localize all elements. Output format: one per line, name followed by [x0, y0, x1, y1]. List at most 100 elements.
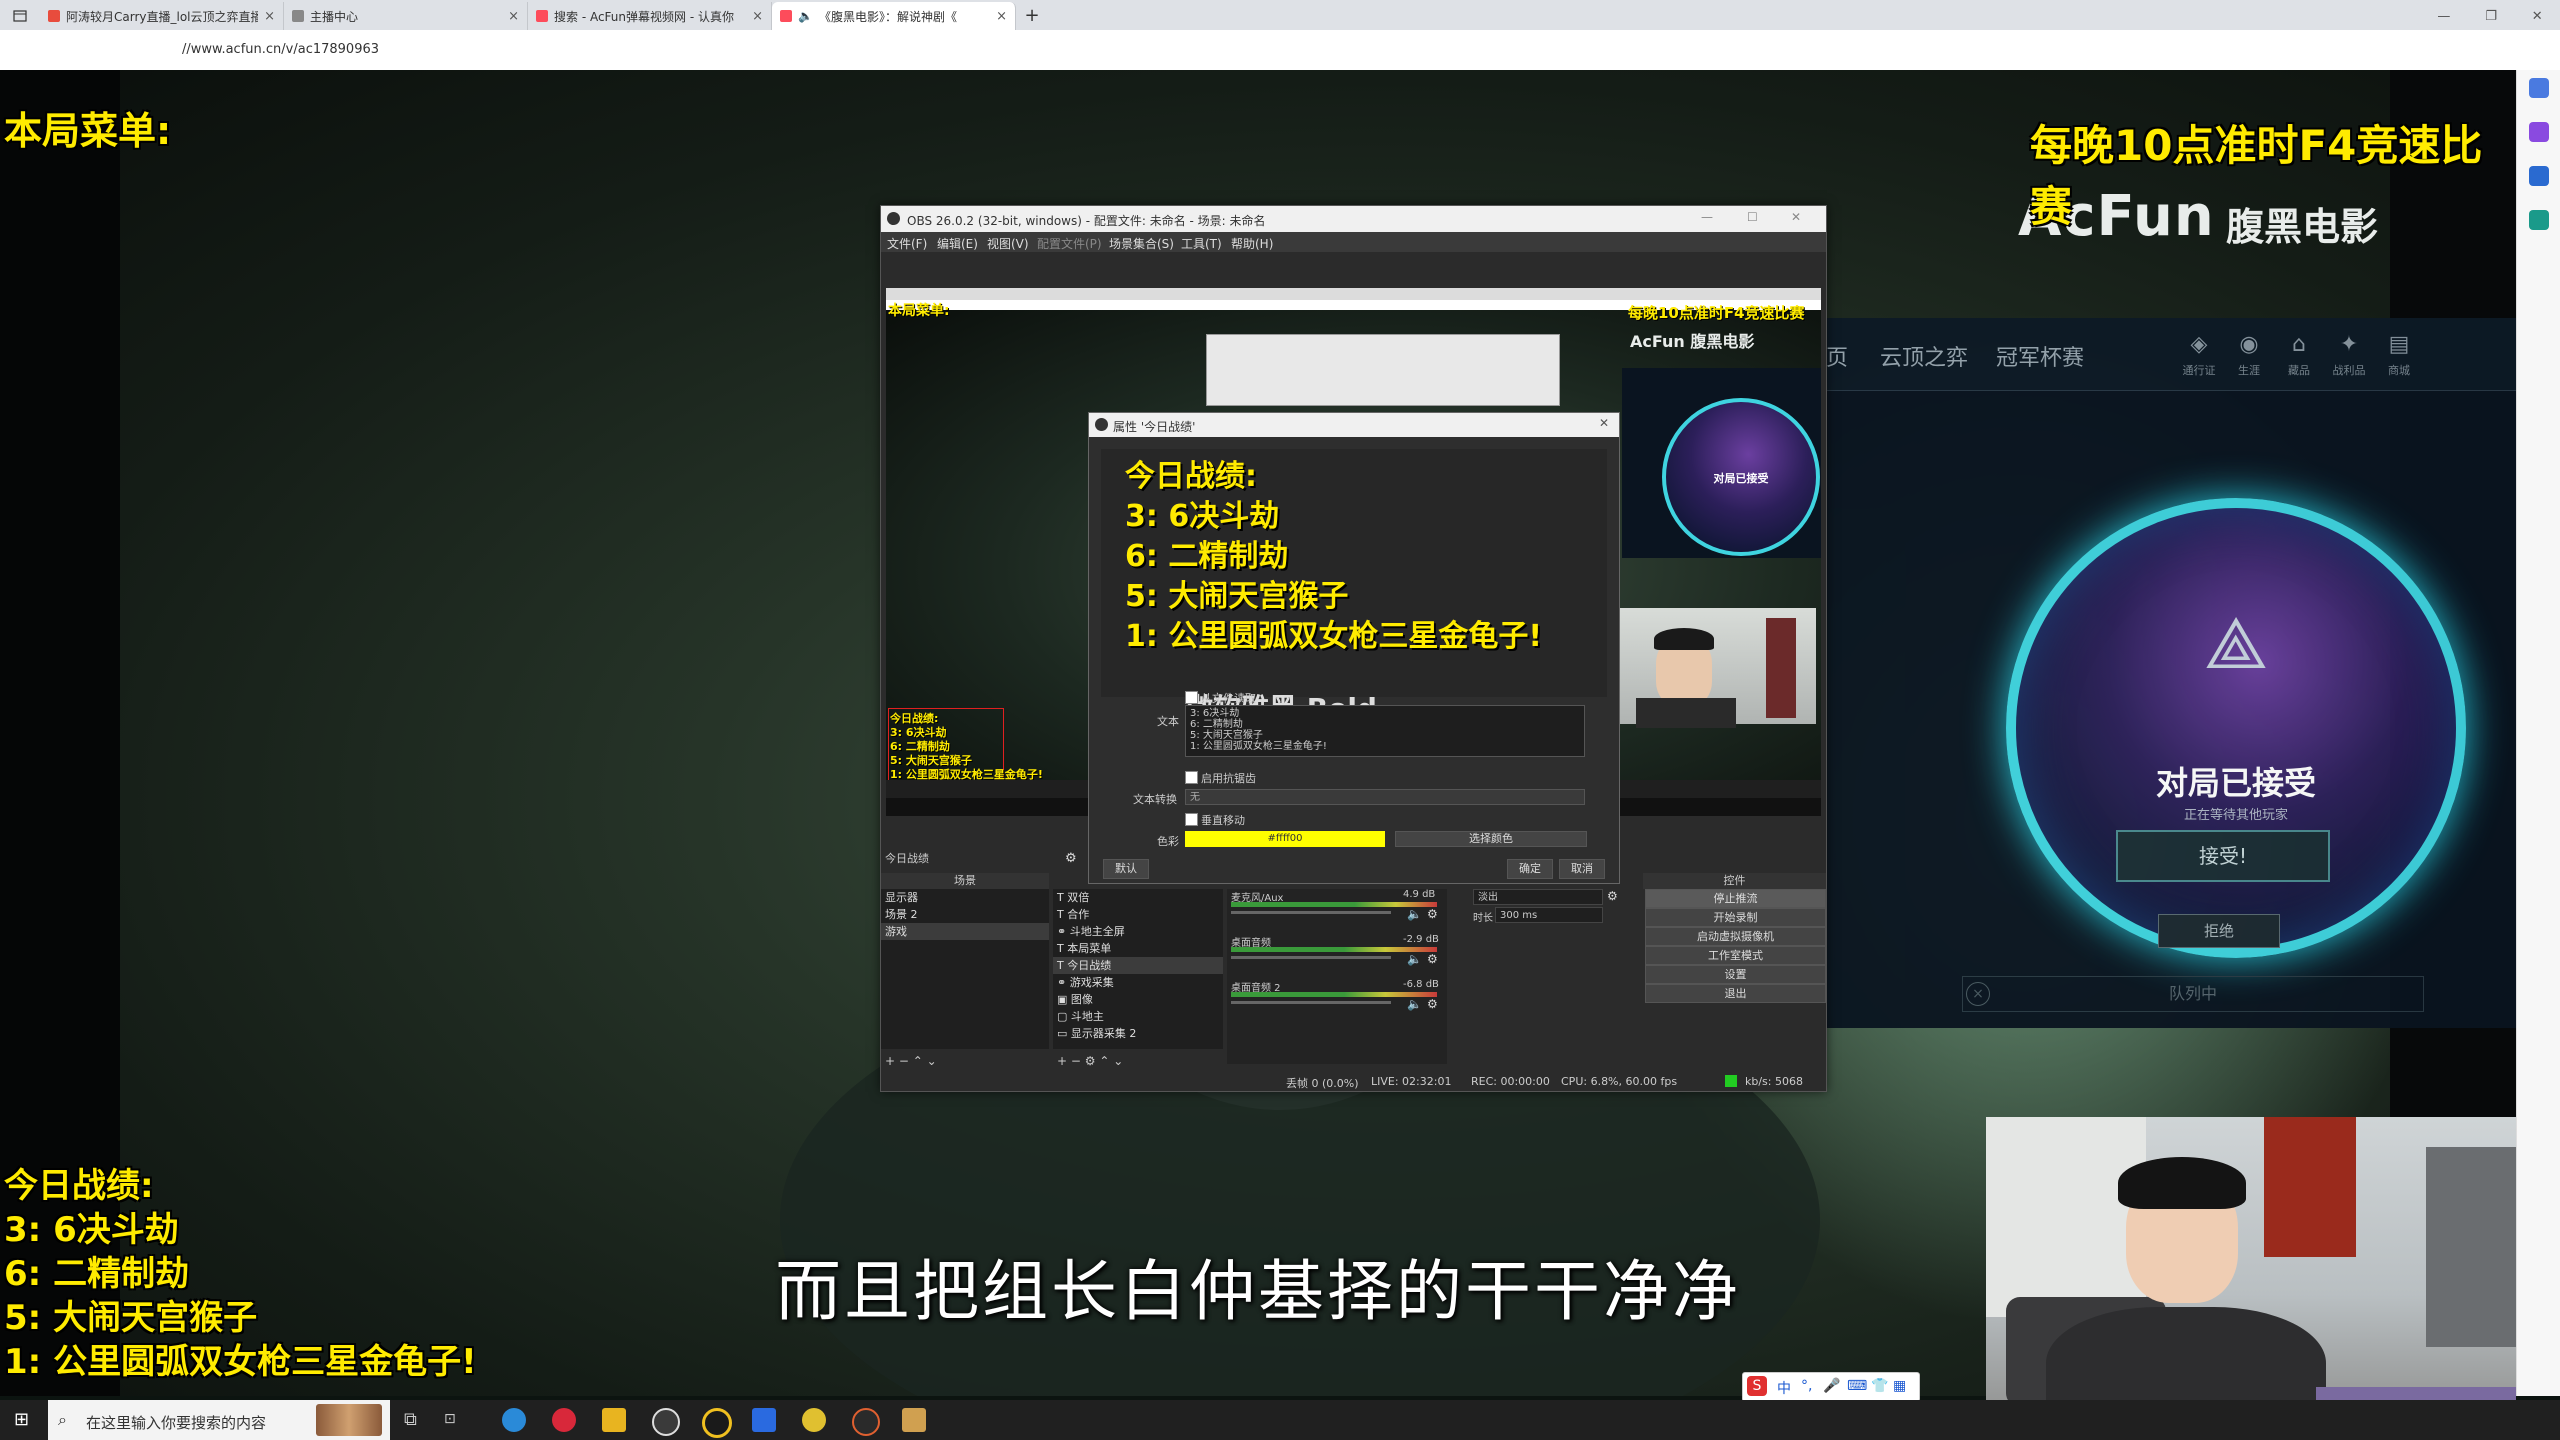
close-icon[interactable]: × — [508, 9, 519, 24]
cancel-button[interactable]: 取消 — [1559, 859, 1605, 879]
source-item[interactable]: T 本局菜单 — [1057, 940, 1111, 957]
vertical-checkbox[interactable] — [1185, 813, 1198, 826]
exit-button[interactable]: 退出 — [1645, 984, 1826, 1003]
source-item-selected[interactable]: T 今日战绩 — [1053, 957, 1223, 974]
ime-mode[interactable]: 中 — [1777, 1378, 1791, 1398]
menu-item[interactable]: 文件(F) — [887, 235, 927, 252]
windows-start-icon[interactable]: ⊞ — [14, 1410, 34, 1430]
volume-slider[interactable] — [1231, 1001, 1391, 1004]
lol-nav-item[interactable]: 页 — [1826, 340, 1848, 372]
edge-icon[interactable] — [502, 1408, 526, 1432]
up-icon[interactable]: ⌃ — [1099, 1054, 1109, 1068]
new-tab-button[interactable]: + — [1016, 2, 1048, 30]
store-icon[interactable]: ▤ — [2384, 332, 2414, 362]
task-view-icon[interactable]: ⧉ — [404, 1409, 417, 1430]
close-icon[interactable]: × — [264, 9, 275, 24]
tab-actions-icon[interactable] — [0, 2, 40, 30]
up-icon[interactable]: ⌃ — [913, 1054, 923, 1068]
browser-tab[interactable]: 主播中心 × — [284, 2, 528, 30]
browser-tab[interactable]: 阿涛较月Carry直播_lol云顶之弈直播 × — [40, 2, 284, 30]
skin-icon[interactable]: 👕 — [1871, 1378, 1888, 1394]
gear-icon[interactable]: ⚙ — [1607, 889, 1618, 903]
maximize-icon[interactable]: ❐ — [2485, 9, 2497, 24]
read-file-checkbox[interactable] — [1185, 691, 1198, 704]
file-explorer-icon[interactable] — [602, 1408, 626, 1432]
pass-icon[interactable]: ◈ — [2184, 332, 2214, 362]
down-icon[interactable]: ⌄ — [1113, 1054, 1123, 1068]
antialias-checkbox[interactable] — [1185, 771, 1198, 784]
stop-stream-button[interactable]: 停止推流 — [1645, 889, 1826, 908]
speaker-icon[interactable]: 🔈 — [1407, 952, 1422, 966]
gear-icon[interactable]: ⚙ — [1065, 850, 1077, 868]
scene-item[interactable]: 场景 2 — [885, 906, 918, 923]
transform-select[interactable]: 无 — [1185, 789, 1585, 805]
scene-item[interactable]: 显示器 — [885, 889, 918, 906]
studio-mode-button[interactable]: 工作室模式 — [1645, 946, 1826, 965]
menu-item[interactable]: 帮助(H) — [1231, 235, 1273, 252]
volume-slider[interactable] — [1231, 911, 1391, 914]
mic-icon[interactable]: 🎤 — [1823, 1378, 1840, 1394]
source-item[interactable]: ⚭ 斗地主全屏 — [1057, 923, 1125, 940]
app-icon[interactable] — [752, 1408, 776, 1432]
url-text[interactable]: //www.acfun.cn/v/ac17890963 — [182, 42, 379, 57]
close-icon[interactable]: ✕ — [1791, 210, 1801, 224]
extension-icon[interactable] — [2529, 122, 2549, 142]
toolbox-icon[interactable]: ▦ — [1893, 1378, 1906, 1394]
add-icon[interactable]: + — [1057, 1054, 1067, 1068]
pick-color-button[interactable]: 选择颜色 — [1395, 831, 1587, 847]
menu-item[interactable]: 工具(T) — [1181, 235, 1222, 252]
source-item[interactable]: ▢ 斗地主 — [1057, 1008, 1104, 1025]
start-record-button[interactable]: 开始录制 — [1645, 908, 1826, 927]
tag-icon[interactable] — [2529, 166, 2549, 186]
app-icon[interactable] — [702, 1408, 732, 1438]
close-window-icon[interactable]: ✕ — [2532, 9, 2543, 24]
scene-item-selected[interactable]: 游戏 — [881, 923, 1049, 940]
close-icon[interactable]: ✕ — [1599, 416, 1609, 430]
speaker-icon[interactable]: 🔈 — [798, 9, 813, 23]
ok-button[interactable]: 确定 — [1507, 859, 1553, 879]
gear-icon[interactable]: ⚙ — [1427, 952, 1438, 966]
virtual-camera-button[interactable]: 启动虚拟摄像机 — [1645, 927, 1826, 946]
duration-input[interactable]: 300 ms — [1495, 907, 1603, 923]
profile-icon[interactable]: ◉ — [2234, 332, 2264, 362]
lol-nav-item[interactable]: 云顶之弈 — [1880, 340, 1968, 372]
text-input[interactable]: 3: 6决斗劫 6: 二精制劫 5: 大闹天宫猴子 1: 公里圆弧双女枪三星金龟… — [1185, 705, 1585, 757]
minimize-icon[interactable]: — — [1701, 210, 1713, 224]
taskbar-search[interactable]: ⌕ 在这里输入你要搜索的内容 — [48, 1400, 390, 1440]
source-item[interactable]: ⚭ 游戏采集 — [1057, 974, 1114, 991]
maximize-icon[interactable]: ☐ — [1747, 210, 1758, 224]
remove-icon[interactable]: − — [899, 1054, 909, 1068]
browser-tab[interactable]: 搜索 - AcFun弹幕视频网 - 认真你 × — [528, 2, 772, 30]
address-bar[interactable]: //www.acfun.cn/v/ac17890963 — [0, 30, 2560, 71]
menu-item[interactable]: 场景集合(S) — [1109, 235, 1174, 252]
menu-item[interactable]: 编辑(E) — [937, 235, 978, 252]
browser-tab-active[interactable]: 🔈 《腹黑电影》：解说神剧《 × — [772, 2, 1016, 30]
lol-taskbar-icon[interactable] — [902, 1408, 926, 1432]
punctuation-icon[interactable]: °, — [1801, 1378, 1812, 1394]
color-swatch[interactable]: #ffff00 — [1185, 831, 1385, 847]
add-icon[interactable]: + — [885, 1054, 895, 1068]
source-item[interactable]: ▣ 图像 — [1057, 991, 1093, 1008]
defaults-button[interactable]: 默认 — [1103, 859, 1149, 879]
close-icon[interactable]: × — [996, 9, 1007, 24]
app-icon[interactable] — [852, 1408, 880, 1436]
sogou-icon[interactable]: S — [1747, 1376, 1767, 1396]
app-icon[interactable] — [802, 1408, 826, 1432]
obs-taskbar-icon[interactable] — [652, 1408, 680, 1436]
collection-icon[interactable]: ⌂ — [2284, 332, 2314, 362]
loot-icon[interactable]: ✦ — [2334, 332, 2364, 362]
taskbar-app-icon[interactable]: ⊡ — [444, 1411, 456, 1427]
gear-icon[interactable]: ⚙ — [1427, 907, 1438, 921]
minimize-icon[interactable]: — — [2437, 9, 2450, 24]
speaker-muted-icon[interactable]: 🔈 — [1407, 997, 1422, 1011]
menu-item[interactable]: 配置文件(P) — [1037, 235, 1102, 252]
close-queue-icon[interactable]: × — [1966, 982, 1990, 1006]
settings-button[interactable]: 设置 — [1645, 965, 1826, 984]
keyboard-icon[interactable]: ⌨ — [1847, 1378, 1867, 1394]
volume-slider[interactable] — [1231, 956, 1391, 959]
lol-nav-item[interactable]: 冠军杯赛 — [1996, 340, 2084, 372]
remove-icon[interactable]: − — [1071, 1054, 1081, 1068]
source-item[interactable]: T 合作 — [1057, 906, 1089, 923]
gear-icon[interactable]: ⚙ — [1427, 997, 1438, 1011]
down-icon[interactable]: ⌄ — [927, 1054, 937, 1068]
